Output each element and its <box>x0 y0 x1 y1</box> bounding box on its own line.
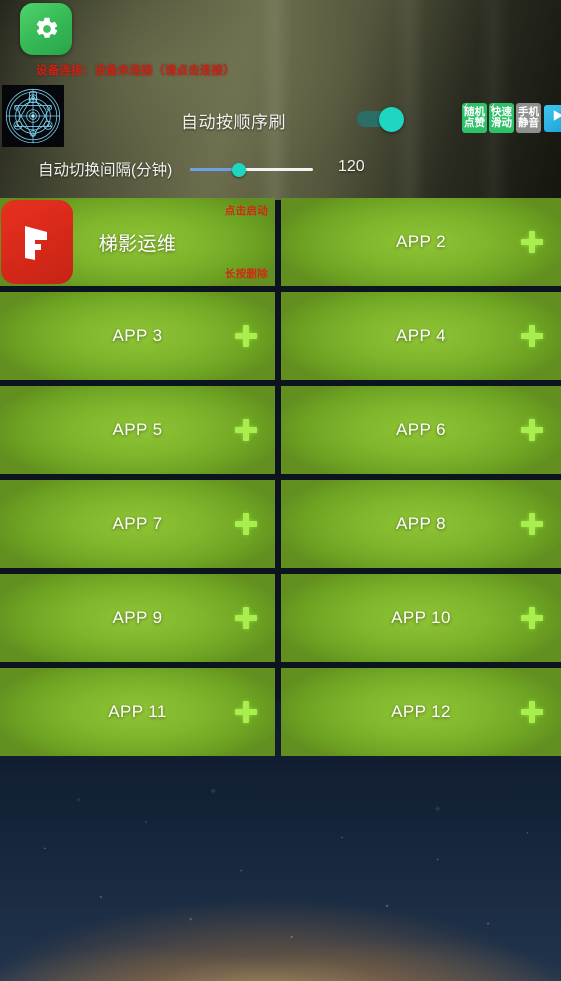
interval-value: 120 <box>338 158 365 175</box>
app-slot-title: APP 8 <box>396 514 446 533</box>
chip-random-like[interactable]: ✓ 随机 点赞 <box>462 101 487 133</box>
add-app-plus-icon[interactable] <box>521 419 543 441</box>
quick-option-chips: ✓ 随机 点赞 ✓ 快速 滑动 手机 静音 <box>462 101 561 133</box>
add-app-plus-icon[interactable] <box>521 231 543 253</box>
add-app-plus-icon[interactable] <box>235 325 257 347</box>
app-slot-card[interactable]: APP 11 <box>0 668 275 756</box>
chip-line2: 滑动 <box>491 117 512 129</box>
auto-sequence-toggle[interactable] <box>357 107 405 132</box>
add-app-plus-icon[interactable] <box>521 325 543 347</box>
app-slot-card[interactable]: 梯影运维 点击启动长按删除 <box>0 198 275 286</box>
app-slot-card[interactable]: APP 4 <box>281 292 561 380</box>
app-slot-title: APP 12 <box>391 702 451 721</box>
app-slot-title: APP 6 <box>396 420 446 439</box>
slider-thumb[interactable] <box>232 163 247 177</box>
chip-fast-swipe[interactable]: ✓ 快速 滑动 <box>489 101 514 133</box>
interval-label: 自动切换间隔(分钟) <box>38 162 173 179</box>
magic-circle-icon[interactable] <box>2 85 64 147</box>
background-sparkle-overlay <box>0 760 561 981</box>
add-app-plus-icon[interactable] <box>235 419 257 441</box>
play-button[interactable] <box>544 104 561 132</box>
app-slot-card[interactable]: APP 8 <box>281 480 561 568</box>
app-slot-title: APP 9 <box>112 608 163 627</box>
long-press-delete-hint: 长按删除 <box>224 268 268 280</box>
app-slot-title: APP 7 <box>112 514 163 533</box>
toggle-knob <box>379 107 404 132</box>
app-slot-title: APP 4 <box>396 326 446 345</box>
app-slot-card[interactable]: APP 5 <box>0 386 275 474</box>
add-app-plus-icon[interactable] <box>521 513 543 535</box>
chip-phone-mute[interactable]: 手机 静音 <box>516 103 541 133</box>
app-slot-title: APP 5 <box>112 420 163 439</box>
device-connection-status[interactable]: 设备连接：设备未连接（请点击连接） <box>36 62 235 78</box>
check-icon: ✓ <box>489 101 497 111</box>
add-app-plus-icon[interactable] <box>521 701 543 723</box>
app-slot-title: APP 3 <box>112 326 163 345</box>
settings-gear-button[interactable] <box>20 3 72 55</box>
interval-slider[interactable] <box>190 160 313 180</box>
app-slot-card[interactable]: APP 12 <box>281 668 561 756</box>
app-slot-card[interactable]: APP 10 <box>281 574 561 662</box>
app-slot-title: APP 2 <box>396 232 446 251</box>
app-slot-card[interactable]: APP 7 <box>0 480 275 568</box>
app-slot-card[interactable]: APP 2 <box>281 198 561 286</box>
add-app-plus-icon[interactable] <box>235 513 257 535</box>
app-icon-tile <box>1 200 73 284</box>
gear-icon <box>31 14 61 44</box>
play-icon <box>550 108 561 128</box>
tiying-app-icon <box>0 198 74 286</box>
app-slot-card[interactable]: APP 9 <box>0 574 275 662</box>
app-slot-grid: 梯影运维 点击启动长按删除 APP 2 APP 3 APP 4 APP 5 APP 6 APP… <box>0 198 561 756</box>
chip-line2: 静音 <box>518 117 539 129</box>
app-slot-card[interactable]: APP 3 <box>0 292 275 380</box>
check-icon: ✓ <box>462 101 470 111</box>
app-slot-title: APP 11 <box>108 702 167 721</box>
auto-sequence-label: 自动按顺序刷 <box>181 113 286 132</box>
add-app-plus-icon[interactable] <box>521 607 543 629</box>
add-app-plus-icon[interactable] <box>235 701 257 723</box>
add-app-plus-icon[interactable] <box>235 607 257 629</box>
chip-line2: 点赞 <box>464 117 485 129</box>
app-slot-card[interactable]: APP 6 <box>281 386 561 474</box>
tap-to-start-hint: 点击启动 <box>224 205 268 217</box>
app-slot-title: 梯影运维 <box>98 233 177 255</box>
app-slot-title: APP 10 <box>391 608 451 627</box>
